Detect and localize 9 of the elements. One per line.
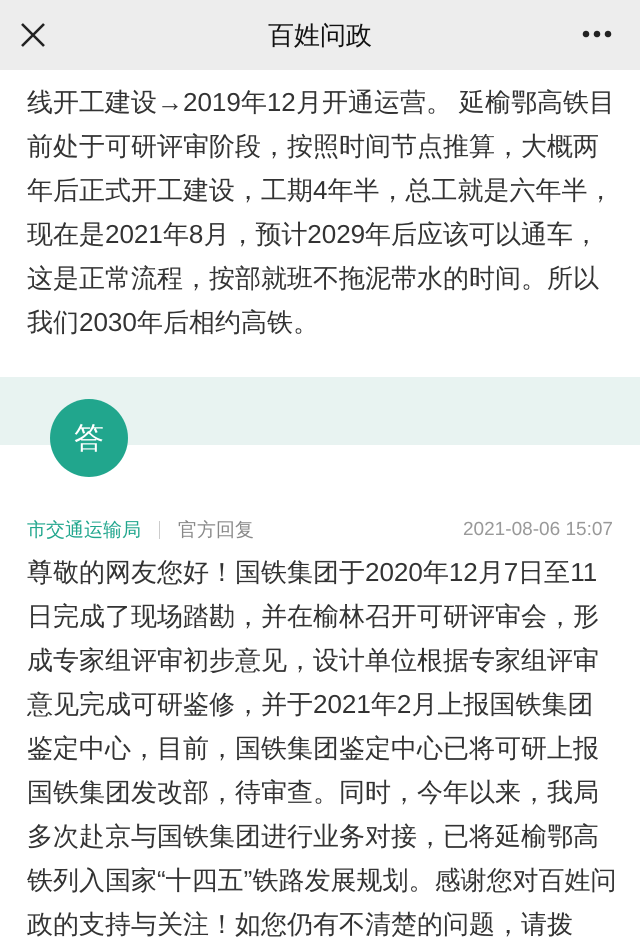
- reply-time: 2021-08-06 15:07: [462, 519, 613, 541]
- page-title: 百姓问政: [268, 18, 372, 52]
- answer-text: 尊敬的网友您好！国铁集团于2020年12月7日至11日完成了现场踏勘，并在榆林召开可研评审会，形成专家组评审初步意见，设计单位根据专家组评审意见完成可研鉴修，并于2021年2月上报国铁集团鉴定中心，目前，国铁集团鉴定中心已将可研上报国铁集团发改部，待审查。同时，今年以来，我局多次赴京与国铁集团进行业务对接，已将延榆鄂高铁列入国家“十四五”铁路发展规划。感谢您对百姓问政的支持与关注！如您仍有不清楚的问题，请拨: [26, 556, 618, 941]
- more-icon: [582, 30, 612, 38]
- department-name: 市交通运输局: [27, 519, 141, 543]
- close-icon: [20, 22, 46, 48]
- more-button[interactable]: [580, 28, 614, 40]
- question-text: 线开工建设→2019年12月开通运营。 延榆鄂高铁目前处于可研评审阶段，按照时间节点推算，大概两年后正式开工建设，工期4年半，总工就是六年半，现在是2021年8月，预计2029年后应该可以通车，这是正常流程，按部就班不拖泥带水的时间。所以我们2030年后相约高铁。: [26, 86, 616, 339]
- reply-label: 官方回复: [178, 519, 254, 543]
